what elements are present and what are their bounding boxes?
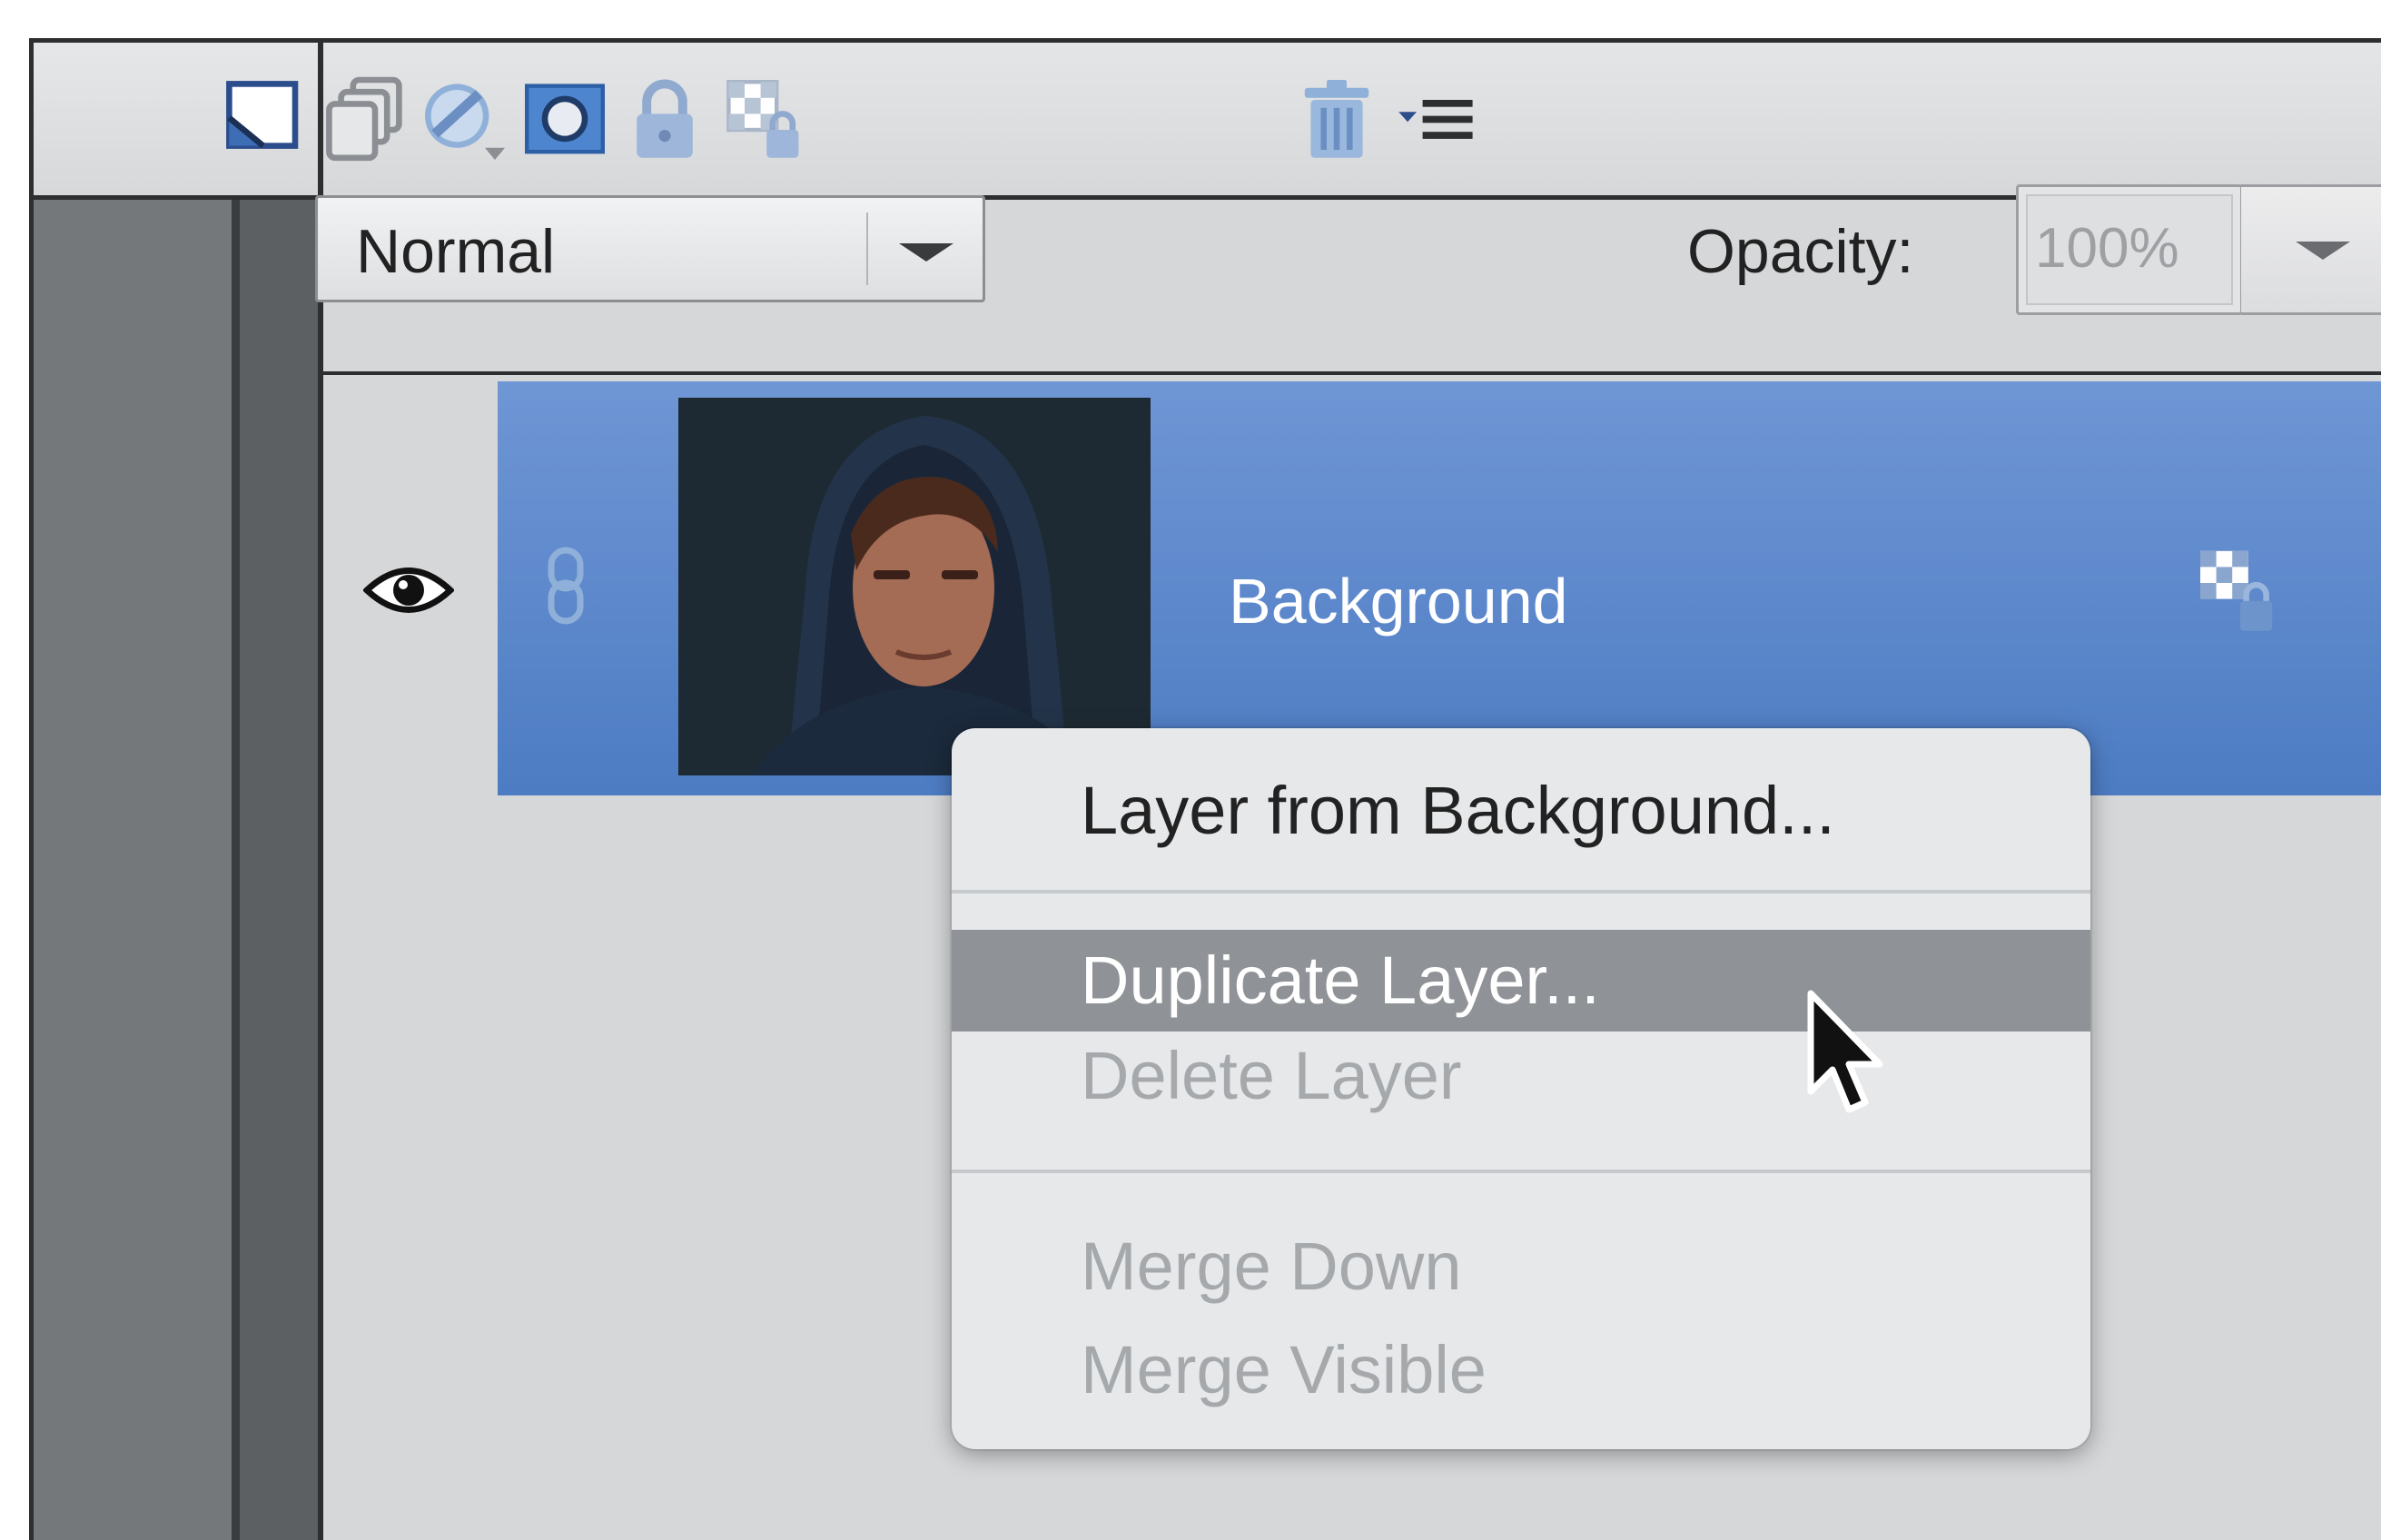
layer-thumbnail xyxy=(678,398,1151,775)
menu-separator xyxy=(952,1170,2090,1173)
menu-item-layer-from-background[interactable]: Layer from Background... xyxy=(952,770,2090,852)
chevron-down-icon xyxy=(2296,242,2350,260)
divider xyxy=(319,371,2381,375)
menu-item-duplicate-layer[interactable]: Duplicate Layer... xyxy=(952,930,2090,1032)
blend-mode-dropdown[interactable]: Normal xyxy=(315,195,985,302)
layer-mask-icon[interactable] xyxy=(515,70,615,170)
menu-separator xyxy=(952,890,2090,893)
link-icon[interactable] xyxy=(538,545,593,627)
divider xyxy=(866,212,868,285)
lock-all-icon[interactable] xyxy=(615,70,715,170)
left-gutter xyxy=(34,200,232,1540)
chevron-down-icon xyxy=(899,243,953,262)
panel-menu-icon[interactable] xyxy=(1387,70,1487,170)
new-group-icon[interactable] xyxy=(315,70,415,170)
lock-transparency-icon[interactable] xyxy=(715,70,815,170)
blend-mode-value: Normal xyxy=(356,217,556,286)
lock-transparency-icon xyxy=(2190,543,2290,643)
menu-item-delete-layer[interactable]: Delete Layer xyxy=(952,1035,2090,1117)
new-layer-icon[interactable] xyxy=(215,70,315,170)
layer-name[interactable]: Background xyxy=(1229,565,1568,637)
visibility-eye-icon[interactable] xyxy=(361,558,456,622)
mouse-cursor-icon xyxy=(1805,990,1887,1126)
left-gutter-strip xyxy=(240,200,318,1540)
opacity-input[interactable]: 100% xyxy=(2016,184,2243,315)
adjustment-layer-icon[interactable] xyxy=(415,70,515,170)
menu-item-merge-down[interactable]: Merge Down xyxy=(952,1226,2090,1308)
layer-context-menu: Layer from Background... Duplicate Layer… xyxy=(952,728,2090,1449)
opacity-label: Opacity: xyxy=(1687,217,1914,286)
opacity-dropdown-button[interactable] xyxy=(2241,184,2381,315)
trash-icon[interactable] xyxy=(1287,70,1387,170)
opacity-value: 100% xyxy=(2035,217,2179,280)
menu-item-merge-visible[interactable]: Merge Visible xyxy=(952,1329,2090,1411)
divider xyxy=(232,200,240,1540)
